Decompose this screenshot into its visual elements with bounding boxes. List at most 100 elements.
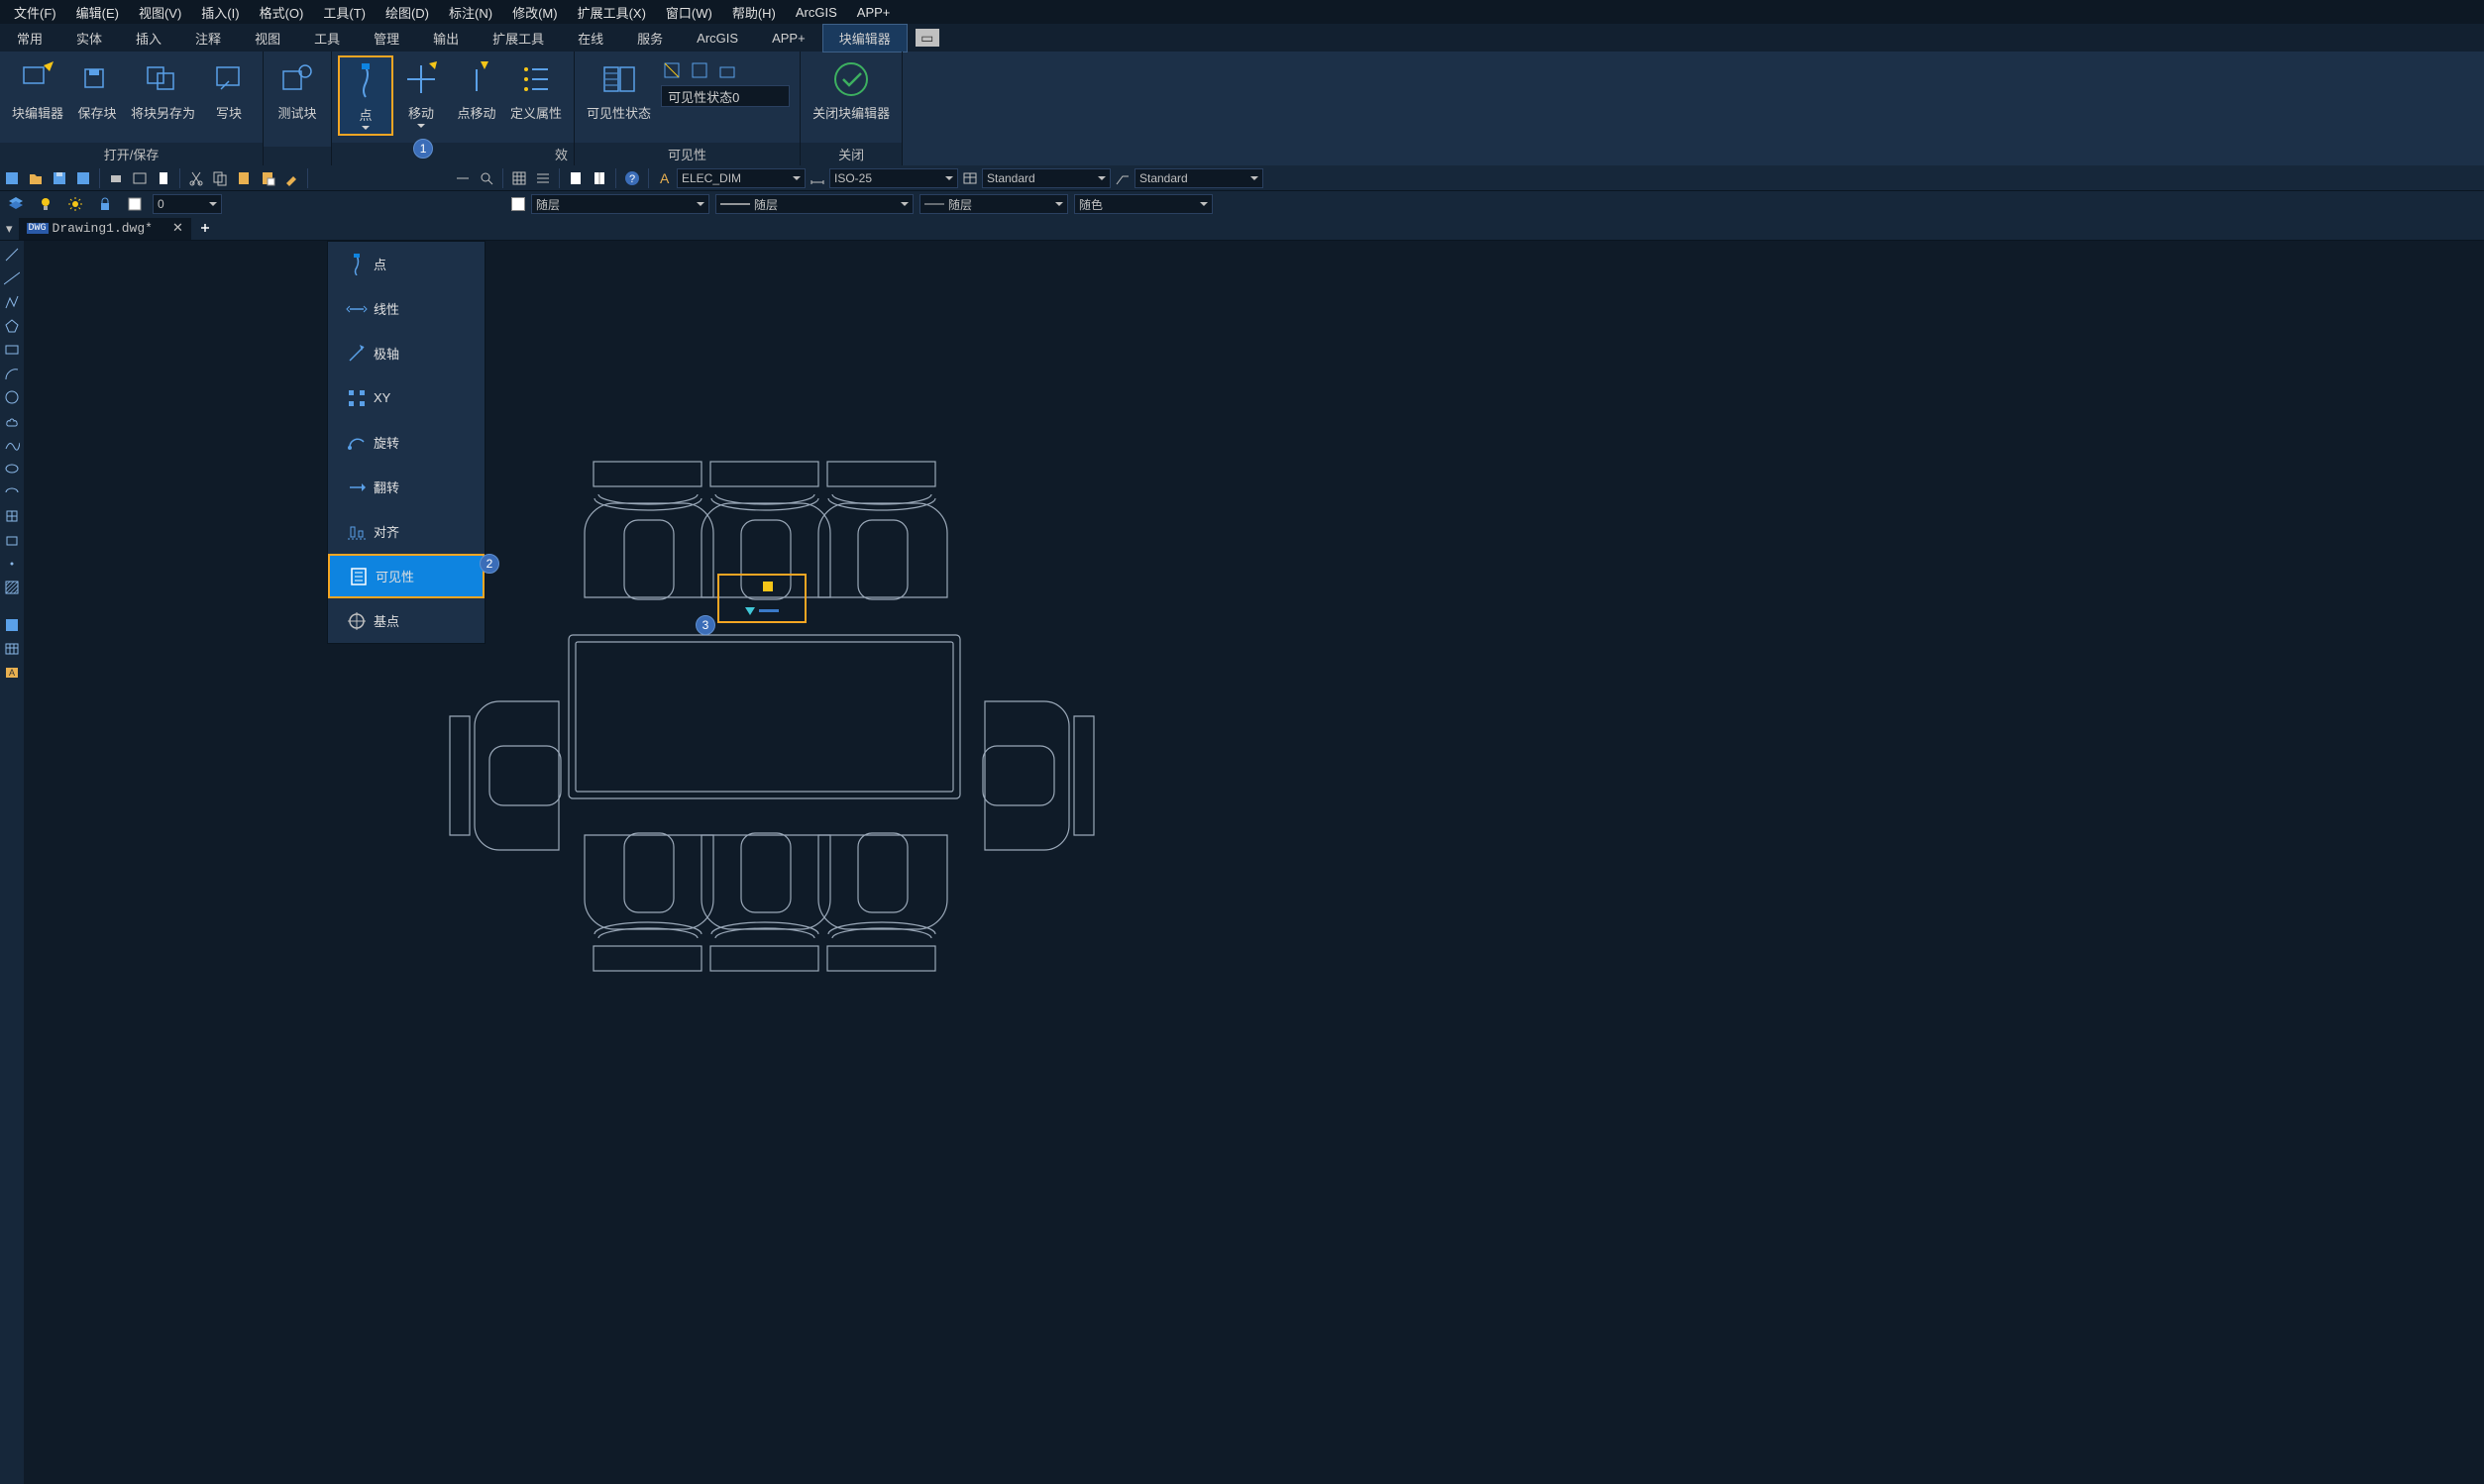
- tool-ellipse-icon[interactable]: [2, 459, 22, 478]
- btn-save-block-as[interactable]: 将块另存为: [125, 55, 201, 126]
- btn-test-block[interactable]: 测试块: [270, 55, 325, 126]
- dm-item-flip[interactable]: 翻转: [328, 465, 485, 509]
- menu-ext[interactable]: 扩展工具(X): [568, 1, 656, 24]
- tool-point-icon[interactable]: [2, 554, 22, 574]
- tab-annotate[interactable]: 注释: [178, 24, 238, 53]
- dm-item-linear[interactable]: 线性: [328, 286, 485, 331]
- color-dropdown[interactable]: 随层: [531, 194, 709, 214]
- tb-help-icon[interactable]: ?: [621, 167, 643, 189]
- doc-tabs-toggle[interactable]: ▾: [0, 221, 19, 237]
- tool-revcloud-icon[interactable]: [2, 411, 22, 431]
- btn-save-block[interactable]: 保存块: [69, 55, 125, 126]
- dm-item-rotate[interactable]: 旋转: [328, 420, 485, 465]
- tab-insert[interactable]: 插入: [119, 24, 178, 53]
- menu-arcgis[interactable]: ArcGIS: [786, 3, 847, 22]
- dm-item-xy[interactable]: XY: [328, 375, 485, 420]
- dm-item-visibility[interactable]: 可见性: [328, 554, 485, 598]
- menu-format[interactable]: 格式(O): [250, 1, 314, 24]
- tb-matchprop-icon[interactable]: [280, 167, 302, 189]
- tool-ellipsearc-icon[interactable]: [2, 482, 22, 502]
- tool-gradient-icon[interactable]: [2, 615, 22, 635]
- menu-help[interactable]: 帮助(H): [722, 1, 786, 24]
- menu-edit[interactable]: 编辑(E): [66, 1, 129, 24]
- plotstyle-dropdown[interactable]: 随色: [1074, 194, 1213, 214]
- tab-service[interactable]: 服务: [620, 24, 680, 53]
- dm-item-polar[interactable]: 极轴: [328, 331, 485, 375]
- tab-view[interactable]: 视图: [238, 24, 297, 53]
- tb-saveas-icon[interactable]: [72, 167, 94, 189]
- doc-tab-close[interactable]: ✕: [172, 221, 183, 236]
- vis-icon-2[interactable]: [689, 59, 710, 81]
- linetype-dropdown[interactable]: 随层: [715, 194, 914, 214]
- tool-pline-icon[interactable]: [2, 292, 22, 312]
- tb-open-icon[interactable]: [25, 167, 47, 189]
- menu-insert[interactable]: 插入(I): [191, 1, 249, 24]
- doc-tab-add[interactable]: [199, 221, 211, 236]
- tab-ext[interactable]: 扩展工具: [476, 24, 561, 53]
- dimstyle-dropdown[interactable]: ISO-25: [829, 168, 958, 188]
- tb-textstyle-icon[interactable]: A: [654, 167, 676, 189]
- dm-item-basepoint[interactable]: 基点: [328, 598, 485, 643]
- tb-sheet-icon[interactable]: [565, 167, 587, 189]
- tb-print-icon[interactable]: [105, 167, 127, 189]
- tool-block-icon[interactable]: [2, 530, 22, 550]
- tab-tools[interactable]: 工具: [297, 24, 357, 53]
- btn-visibility-state[interactable]: 可见性状态: [581, 55, 657, 126]
- tool-spline-icon[interactable]: [2, 435, 22, 455]
- tb-distance-icon[interactable]: [452, 167, 474, 189]
- tool-polygon-icon[interactable]: [2, 316, 22, 336]
- layer-lock-icon[interactable]: [94, 193, 116, 215]
- tab-arcgis[interactable]: ArcGIS: [680, 26, 755, 51]
- btn-move[interactable]: 移动: [393, 55, 449, 132]
- menu-appplus[interactable]: APP+: [847, 3, 901, 22]
- tb-page-icon[interactable]: [153, 167, 174, 189]
- tab-appplus[interactable]: APP+: [755, 26, 822, 51]
- menu-view[interactable]: 视图(V): [129, 1, 191, 24]
- tb-mleader-icon[interactable]: [1112, 167, 1134, 189]
- tb-preview-icon[interactable]: [129, 167, 151, 189]
- tb-dimstyle-icon[interactable]: [807, 167, 828, 189]
- menu-tools[interactable]: 工具(T): [313, 1, 376, 24]
- btn-point-move[interactable]: 点移动: [449, 55, 504, 126]
- vis-icon-3[interactable]: [716, 59, 738, 81]
- layer-quick-dropdown[interactable]: 0: [153, 194, 222, 214]
- tab-online[interactable]: 在线: [561, 24, 620, 53]
- doc-tab-1[interactable]: DWG Drawing1.dwg* ✕: [19, 218, 191, 240]
- layer-sun-icon[interactable]: [64, 193, 86, 215]
- tool-table-icon[interactable]: [2, 639, 22, 659]
- tb-new-icon[interactable]: [1, 167, 23, 189]
- tab-manage[interactable]: 管理: [357, 24, 416, 53]
- btn-close-block-editor[interactable]: 关闭块编辑器: [807, 55, 896, 126]
- tool-circle-icon[interactable]: [2, 387, 22, 407]
- tablestyle-dropdown[interactable]: Standard: [1134, 168, 1263, 188]
- layer-color-icon[interactable]: [124, 193, 146, 215]
- dm-item-align[interactable]: 对齐: [328, 509, 485, 554]
- tb-copy-icon[interactable]: [209, 167, 231, 189]
- visibility-marker[interactable]: ▬▬: [717, 574, 807, 623]
- menu-draw[interactable]: 绘图(D): [376, 1, 439, 24]
- menu-file[interactable]: 文件(F): [4, 1, 66, 24]
- tool-xline-icon[interactable]: [2, 268, 22, 288]
- lineweight-dropdown[interactable]: 随层: [919, 194, 1068, 214]
- dm-item-point[interactable]: 点: [328, 242, 485, 286]
- layer-manager-icon[interactable]: [5, 193, 27, 215]
- tb-zoom-icon[interactable]: [476, 167, 497, 189]
- vis-icon-1[interactable]: [661, 59, 683, 81]
- btn-point-param[interactable]: 点: [338, 55, 393, 136]
- btn-block-editor[interactable]: 块编辑器: [6, 55, 69, 126]
- canvas[interactable]: 点 线性 极轴 XY 旋转 翻转: [24, 241, 2484, 1484]
- tool-rect-icon[interactable]: [2, 340, 22, 360]
- tool-line-icon[interactable]: [2, 245, 22, 265]
- tb-cut-icon[interactable]: [185, 167, 207, 189]
- btn-def-attr[interactable]: 定义属性: [504, 55, 568, 126]
- tab-blockeditor[interactable]: 块编辑器: [822, 24, 908, 53]
- tab-output[interactable]: 输出: [416, 24, 476, 53]
- tab-entity[interactable]: 实体: [59, 24, 119, 53]
- menu-annotate[interactable]: 标注(N): [439, 1, 502, 24]
- menu-window[interactable]: 窗口(W): [656, 1, 722, 24]
- tb-paste-icon[interactable]: [233, 167, 255, 189]
- btn-write-block[interactable]: 写块: [201, 55, 257, 126]
- tool-hatch-icon[interactable]: [2, 578, 22, 597]
- tb-list-icon[interactable]: [532, 167, 554, 189]
- layer-dropdown[interactable]: ELEC_DIM: [677, 168, 806, 188]
